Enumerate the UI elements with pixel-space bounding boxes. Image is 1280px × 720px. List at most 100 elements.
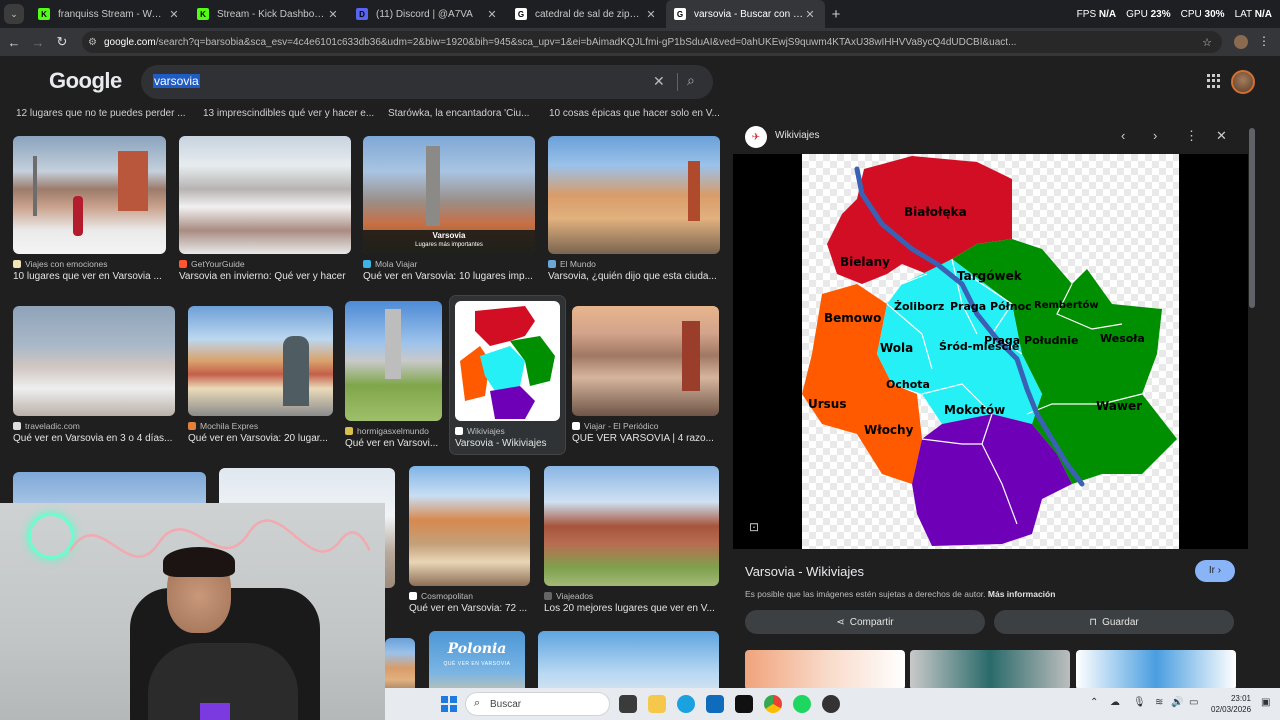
edge-icon[interactable]	[677, 695, 695, 713]
preview-source[interactable]: Wikiviajes	[775, 130, 819, 141]
battery-icon[interactable]: ▭	[1189, 697, 1198, 708]
account-avatar[interactable]	[1231, 70, 1255, 94]
preview-image[interactable]: Białołęka Bielany Targówek Rembertów Żol…	[733, 154, 1248, 549]
result-caption[interactable]: 12 lugares que no te puedes perder ...	[16, 108, 186, 119]
search-icon[interactable]: ⌕	[687, 72, 695, 89]
preview-title[interactable]: Varsovia - Wikiviajes	[745, 564, 864, 579]
browser-menu-icon[interactable]: ⋮	[1258, 34, 1270, 48]
image-result[interactable]: Cosmopolitan Qué ver en Varsovia: 72 ...	[409, 466, 530, 614]
y-app-icon[interactable]	[735, 695, 753, 713]
result-thumbnail[interactable]	[188, 306, 333, 416]
result-thumbnail[interactable]	[179, 136, 351, 254]
wifi-icon[interactable]: ≋	[1155, 697, 1163, 708]
task-view-icon[interactable]	[619, 695, 637, 713]
result-thumbnail[interactable]	[13, 136, 166, 254]
image-result[interactable]: Viajeados Los 20 mejores lugares que ver…	[544, 466, 719, 614]
result-thumbnail[interactable]	[544, 466, 719, 586]
result-caption[interactable]: Starówka, la encantadora 'Ciu...	[388, 108, 529, 119]
scrollbar-thumb[interactable]	[1249, 128, 1255, 308]
tab-close-icon[interactable]: ✕	[485, 8, 499, 21]
cloud-icon[interactable]: ☁	[1110, 697, 1120, 708]
result-thumbnail[interactable]	[455, 301, 560, 421]
file-explorer-icon[interactable]	[648, 695, 666, 713]
result-caption[interactable]: Qué ver en Varsovia en 3 o 4 días...	[13, 433, 175, 444]
back-arrow-icon[interactable]: ←	[2, 35, 26, 50]
result-thumbnail[interactable]	[548, 136, 720, 254]
save-button[interactable]: ⊓ Guardar	[994, 610, 1234, 634]
previous-image-icon[interactable]: ‹	[1121, 128, 1125, 143]
browser-tab[interactable]: Gvarsovia - Buscar con Google✕	[666, 0, 825, 28]
profile-avatar[interactable]	[1234, 35, 1248, 49]
result-caption[interactable]: 13 imprescindibles qué ver y hacer e...	[203, 108, 374, 119]
address-bar[interactable]: ⚙ google.com/search?q=barsobia&sca_esv=4…	[82, 31, 1222, 53]
result-caption[interactable]: 10 lugares que ver en Varsovia ...	[13, 271, 166, 282]
result-caption[interactable]: QUÉ VER VARSOVIA | 4 razo...	[572, 433, 719, 444]
image-result[interactable]: Varsovia Lugares más importantes Mola Vi…	[363, 136, 535, 282]
obs-icon[interactable]	[822, 695, 840, 713]
chrome-icon[interactable]	[764, 695, 782, 713]
image-result[interactable]: Viajes con emociones 10 lugares que ver …	[13, 136, 166, 282]
result-thumbnail[interactable]	[572, 306, 719, 416]
clear-icon[interactable]: ✕	[653, 73, 665, 90]
result-thumbnail[interactable]	[345, 301, 442, 421]
tab-close-icon[interactable]: ✕	[644, 8, 658, 21]
tab-close-icon[interactable]: ✕	[167, 8, 181, 21]
visit-button[interactable]: Ir ›	[1195, 560, 1235, 582]
result-caption[interactable]: Qué ver en Varsovia: 10 lugares imp...	[363, 271, 535, 282]
image-result[interactable]: GetYourGuide Varsovia en invierno: Qué v…	[179, 136, 351, 282]
google-lens-icon[interactable]: ⊡	[749, 520, 759, 534]
search-box[interactable]: varsovia ✕ ⌕	[141, 65, 713, 99]
image-result[interactable]: Viajar - El Periódico QUÉ VER VARSOVIA |…	[572, 306, 719, 444]
result-thumbnail[interactable]	[538, 631, 719, 688]
microphone-icon[interactable]: 🎙	[1133, 697, 1146, 708]
notifications-icon[interactable]: ▣	[1261, 697, 1270, 708]
result-thumbnail[interactable]	[409, 466, 530, 586]
result-caption[interactable]: 10 cosas épicas que hacer solo en V...	[549, 108, 720, 119]
spotify-icon[interactable]	[793, 695, 811, 713]
url-text[interactable]: google.com/search?q=barsobia&sca_esv=4c4…	[104, 37, 1194, 48]
windows-start-icon[interactable]	[441, 696, 457, 712]
image-result[interactable]	[538, 631, 719, 688]
image-result[interactable]: Polonia QUÉ VER EN VARSOVIA	[429, 631, 525, 688]
result-caption[interactable]: Qué ver en Varsovia: 72 ...	[409, 603, 530, 614]
result-caption[interactable]: Varsovia, ¿quién dijo que esta ciuda...	[548, 271, 720, 282]
outlook-icon[interactable]	[706, 695, 724, 713]
more-info-link[interactable]: Más información	[988, 589, 1056, 599]
taskbar-search[interactable]: ⌕ Buscar	[465, 692, 610, 716]
forward-arrow-icon[interactable]: →	[26, 35, 50, 50]
browser-tab[interactable]: Kfranquiss Stream - Watch Live o✕	[30, 0, 189, 28]
browser-tab[interactable]: K Stream - Kick Dashboard ✕	[189, 0, 348, 28]
next-image-icon[interactable]: ›	[1153, 128, 1157, 143]
browser-tab[interactable]: D (11) Discord | @A7VA ✕	[348, 0, 507, 28]
search-input[interactable]: varsovia	[153, 74, 200, 88]
related-image[interactable]	[910, 650, 1070, 688]
google-logo[interactable]: Google	[49, 68, 122, 94]
tab-close-icon[interactable]: ✕	[803, 8, 817, 21]
image-result[interactable]: Mochila Expres Qué ver en Varsovia: 20 l…	[188, 306, 333, 444]
tab-search-icon[interactable]: ⌄	[4, 4, 24, 24]
tab-close-icon[interactable]: ✕	[326, 8, 340, 21]
result-caption[interactable]: Varsovia - Wikiviajes	[455, 438, 560, 449]
image-result-selected[interactable]: Wikiviajes Varsovia - Wikiviajes	[449, 295, 566, 455]
result-thumbnail[interactable]: Varsovia Lugares más importantes	[363, 136, 535, 254]
result-thumbnail[interactable]	[385, 638, 415, 688]
result-thumbnail[interactable]	[13, 306, 175, 416]
related-image[interactable]	[1076, 650, 1236, 688]
close-icon[interactable]: ✕	[1216, 128, 1227, 144]
new-tab-button[interactable]: +	[825, 6, 847, 23]
related-image[interactable]	[745, 650, 905, 688]
image-result[interactable]: El Mundo Varsovia, ¿quién dijo que esta …	[548, 136, 720, 282]
image-result[interactable]	[385, 638, 415, 688]
result-caption[interactable]: Qué ver en Varsovi...	[345, 438, 442, 449]
image-result[interactable]: traveladic.com Qué ver en Varsovia en 3 …	[13, 306, 175, 444]
reload-icon[interactable]: ↻	[50, 34, 74, 50]
tray-chevron-icon[interactable]: ⌃	[1090, 697, 1098, 708]
apps-grid-icon[interactable]	[1207, 74, 1221, 88]
browser-tab[interactable]: Gcatedral de sal de zipaquirá - Bu✕	[507, 0, 666, 28]
result-caption[interactable]: Qué ver en Varsovia: 20 lugar...	[188, 433, 333, 444]
result-caption[interactable]: Varsovia en invierno: Qué ver y hacer	[179, 271, 351, 282]
result-thumbnail[interactable]: Polonia QUÉ VER EN VARSOVIA	[429, 631, 525, 688]
image-result[interactable]: hormigasxelmundo Qué ver en Varsovi...	[345, 301, 442, 449]
taskbar-clock[interactable]: 23:01 02/03/2026	[1211, 693, 1251, 715]
volume-icon[interactable]: 🔊	[1171, 697, 1183, 708]
